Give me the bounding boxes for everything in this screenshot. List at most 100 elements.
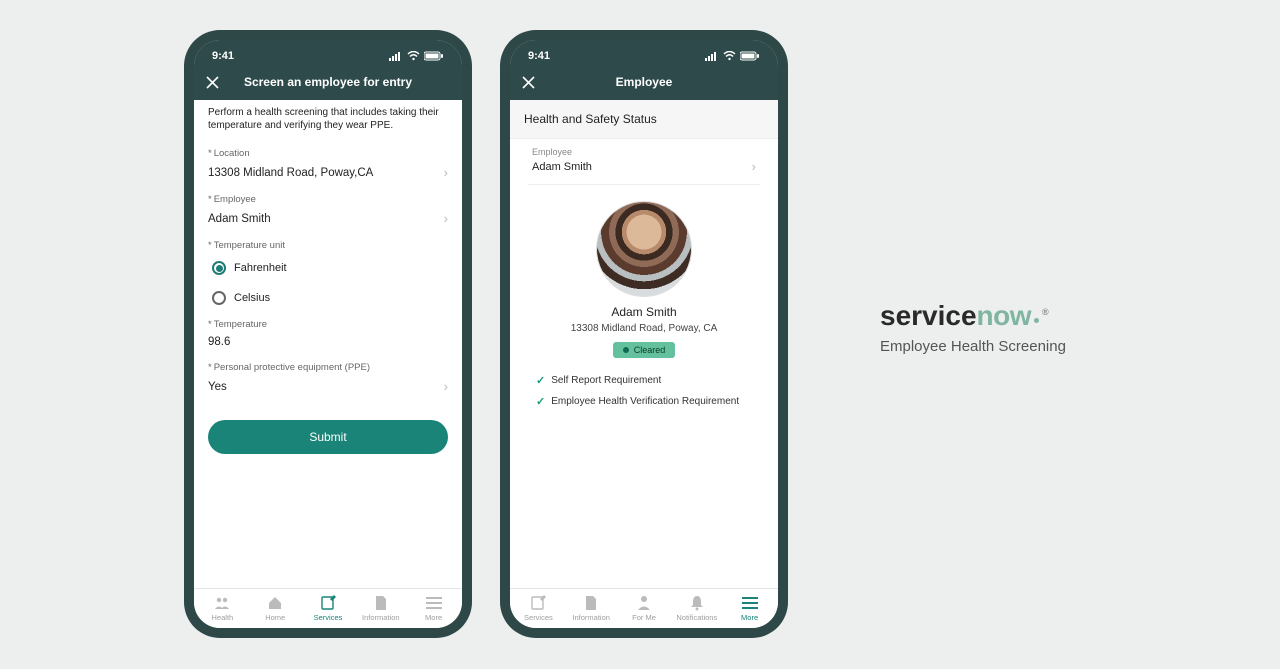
branding-subtitle: Employee Health Screening <box>880 338 1066 355</box>
employee-name: Adam Smith <box>510 305 778 319</box>
logo-dot-icon <box>1034 318 1039 323</box>
tab-more[interactable]: More <box>723 595 776 622</box>
screen: 9:41 Screen an employee for entry Perfor… <box>194 40 462 628</box>
tab-services[interactable]: Services <box>302 595 355 622</box>
tab-for-me[interactable]: For Me <box>618 595 671 622</box>
form-body[interactable]: Perform a health screening that includes… <box>194 100 462 588</box>
tab-home[interactable]: Home <box>249 595 302 622</box>
radio-fahrenheit-label: Fahrenheit <box>234 262 287 274</box>
tab-services[interactable]: Services <box>512 595 565 622</box>
chevron-right-icon: › <box>444 211 448 226</box>
location-label: Location <box>194 142 462 161</box>
check-icon: ✓ <box>536 374 545 387</box>
tab-more[interactable]: More <box>407 595 460 622</box>
tab-bar: Services Information For Me Notification… <box>510 588 778 628</box>
battery-icon <box>740 51 760 61</box>
chevron-right-icon: › <box>444 165 448 180</box>
avatar <box>596 201 692 297</box>
tab-health[interactable]: Health <box>196 595 249 622</box>
status-bar: 9:41 <box>194 40 462 68</box>
avatar-container <box>510 201 778 297</box>
person-icon <box>636 595 652 611</box>
status-time: 9:41 <box>212 50 234 62</box>
temperature-label: Temperature <box>194 313 462 332</box>
page-title: Employee <box>616 75 673 89</box>
title-bar: Screen an employee for entry <box>194 68 462 100</box>
tab-label: Information <box>362 613 400 622</box>
tab-notifications[interactable]: Notifications <box>670 595 723 622</box>
menu-icon <box>426 595 442 611</box>
submit-button[interactable]: Submit <box>208 420 448 454</box>
phone-employee-status: 9:41 Employee Health and Safety Status E… <box>500 30 788 638</box>
tab-information[interactable]: Information <box>354 595 407 622</box>
logo-service: service <box>880 300 977 332</box>
close-icon[interactable] <box>520 74 536 90</box>
wifi-icon <box>723 51 736 61</box>
requirement-label: Employee Health Verification Requirement <box>551 396 739 407</box>
tab-label: Notifications <box>676 613 717 622</box>
radio-unselected-icon <box>212 291 226 305</box>
requirement-item: ✓ Employee Health Verification Requireme… <box>536 391 752 412</box>
temperature-value: 98.6 <box>208 336 230 348</box>
employee-label: Employee <box>194 188 462 207</box>
status-time: 9:41 <box>528 50 550 62</box>
status-dot-icon <box>623 347 629 353</box>
tab-label: More <box>425 613 442 622</box>
temp-unit-label: Temperature unit <box>194 234 462 253</box>
tab-label: Home <box>265 613 285 622</box>
employee-value: Adam Smith <box>532 161 592 173</box>
branding: servicenow ® Employee Health Screening <box>880 300 1066 355</box>
employee-picker[interactable]: Adam Smith › <box>194 207 462 234</box>
servicenow-logo: servicenow ® <box>880 300 1066 332</box>
ppe-value: Yes <box>208 381 444 393</box>
status-body[interactable]: Health and Safety Status Employee Adam S… <box>510 100 778 588</box>
phone-screening-form: 9:41 Screen an employee for entry Perfor… <box>184 30 472 638</box>
location-picker[interactable]: 13308 Midland Road, Poway,CA › <box>194 161 462 188</box>
wifi-icon <box>407 51 420 61</box>
title-bar: Employee <box>510 68 778 100</box>
radio-selected-icon <box>212 261 226 275</box>
edit-icon <box>530 595 546 611</box>
requirements-list: ✓ Self Report Requirement ✓ Employee Hea… <box>510 370 778 412</box>
status-badge-row: Cleared <box>510 342 778 358</box>
submit-label: Submit <box>309 430 346 444</box>
battery-icon <box>424 51 444 61</box>
signal-icon <box>389 51 403 61</box>
temperature-input[interactable]: 98.6 <box>194 332 462 356</box>
form-description: Perform a health screening that includes… <box>194 100 462 142</box>
page-title: Screen an employee for entry <box>244 75 412 89</box>
card-title: Health and Safety Status <box>510 100 778 139</box>
tab-label: Information <box>572 613 610 622</box>
radio-celsius[interactable]: Celsius <box>194 283 462 313</box>
close-icon[interactable] <box>204 74 220 90</box>
employee-value: Adam Smith <box>208 213 444 225</box>
document-icon <box>583 595 599 611</box>
radio-fahrenheit[interactable]: Fahrenheit <box>194 253 462 283</box>
employee-field-label: Employee <box>510 139 778 157</box>
location-value: 13308 Midland Road, Poway,CA <box>208 167 444 179</box>
registered-icon: ® <box>1042 307 1049 317</box>
tab-label: More <box>741 613 758 622</box>
tab-label: For Me <box>632 613 656 622</box>
status-icons <box>705 51 760 61</box>
tab-label: Services <box>524 613 553 622</box>
home-icon <box>267 595 283 611</box>
divider <box>528 184 760 185</box>
status-bar: 9:41 <box>510 40 778 68</box>
employee-address: 13308 Midland Road, Poway, CA <box>510 323 778 334</box>
chevron-right-icon: › <box>444 379 448 394</box>
tab-bar: Health Home Services Information More <box>194 588 462 628</box>
screen: 9:41 Employee Health and Safety Status E… <box>510 40 778 628</box>
document-icon <box>373 595 389 611</box>
ppe-picker[interactable]: Yes › <box>194 375 462 402</box>
menu-icon <box>742 595 758 611</box>
people-icon <box>214 595 230 611</box>
ppe-label: Personal protective equipment (PPE) <box>194 356 462 375</box>
status-icons <box>389 51 444 61</box>
tab-label: Services <box>314 613 343 622</box>
employee-picker[interactable]: Adam Smith › <box>510 157 778 184</box>
tab-information[interactable]: Information <box>565 595 618 622</box>
status-badge: Cleared <box>613 342 676 358</box>
logo-now: now <box>977 300 1032 332</box>
chevron-right-icon: › <box>752 159 756 174</box>
